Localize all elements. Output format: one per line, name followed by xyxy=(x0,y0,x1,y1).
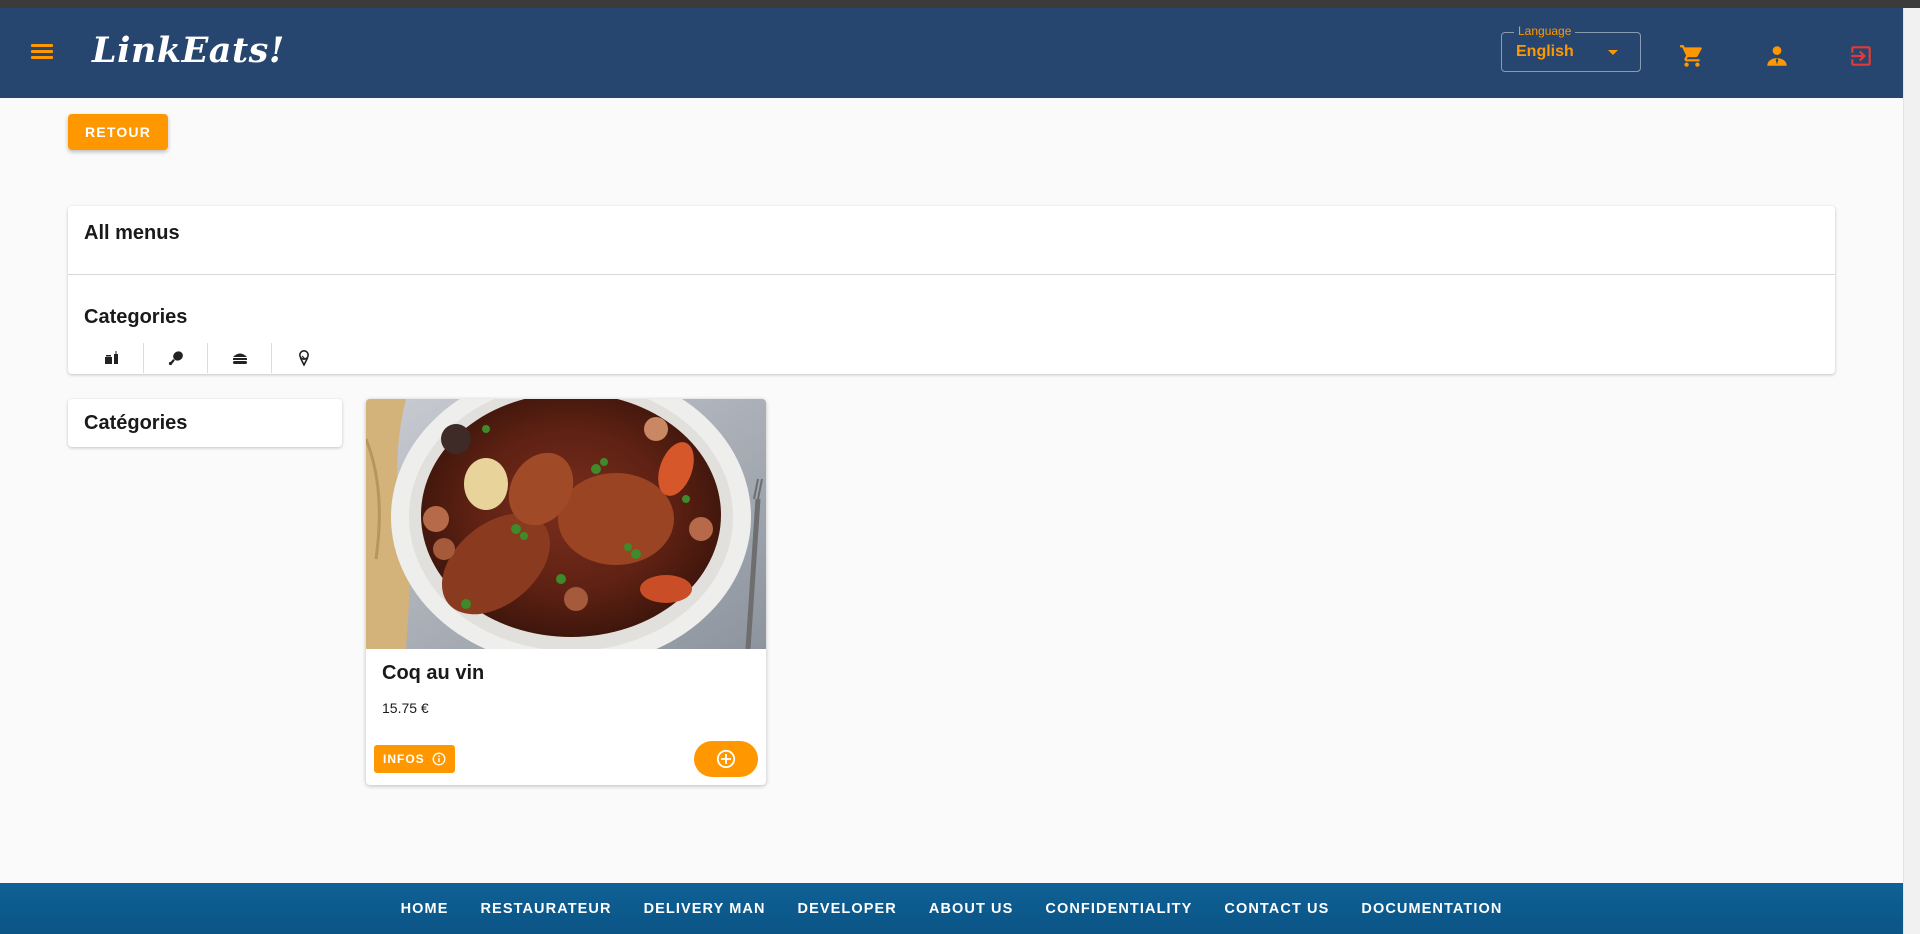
language-value: English xyxy=(1516,43,1574,60)
menu-icon[interactable] xyxy=(26,41,58,67)
sidebar-title: Catégories xyxy=(84,412,188,434)
footer-link-restaurateur[interactable]: RESTAURATEUR xyxy=(480,901,611,917)
dish-name: Coq au vin xyxy=(382,662,485,684)
infos-label: INFOS xyxy=(383,752,425,766)
drink-icon xyxy=(104,351,118,364)
infos-button[interactable]: INFOS xyxy=(374,745,455,773)
language-label: Language xyxy=(1514,24,1576,38)
dish-image xyxy=(366,399,766,649)
footer-link-delivery-man[interactable]: DELIVERY MAN xyxy=(644,901,766,917)
browser-top-strip xyxy=(0,0,1920,8)
cart-button[interactable] xyxy=(1674,38,1710,74)
brand-logo[interactable]: LinkEats! xyxy=(92,30,285,71)
dish-price: 15.75 € xyxy=(382,700,429,716)
categories-sidebar: Catégories xyxy=(68,399,342,447)
footer-link-contact-us[interactable]: CONTACT US xyxy=(1224,901,1329,917)
app-bar: LinkEats! Language English xyxy=(0,8,1903,98)
language-select[interactable]: Language English xyxy=(1501,24,1641,72)
menus-panel: All menus Categories xyxy=(68,206,1835,374)
drumstick-icon xyxy=(168,351,183,366)
footer-link-developer[interactable]: DEVELOPER xyxy=(798,901,897,917)
account-button[interactable] xyxy=(1759,38,1795,74)
category-tab-chicken[interactable] xyxy=(144,343,208,373)
panel-divider xyxy=(68,274,1835,275)
chevron-down-icon xyxy=(1608,50,1618,55)
category-tab-burgers[interactable] xyxy=(208,343,272,373)
footer-link-confidentiality[interactable]: CONFIDENTIALITY xyxy=(1045,901,1192,917)
category-tab-drinks[interactable] xyxy=(80,343,144,373)
footer-link-home[interactable]: HOME xyxy=(401,901,449,917)
info-icon xyxy=(432,752,446,766)
page-scrollbar[interactable] xyxy=(1903,8,1920,934)
add-circle-icon xyxy=(716,749,736,769)
category-tabs xyxy=(80,343,336,373)
add-to-cart-button[interactable] xyxy=(694,741,758,777)
ice-cream-icon xyxy=(299,350,309,366)
cart-icon xyxy=(1680,45,1702,67)
all-menus-title[interactable]: All menus xyxy=(84,222,180,245)
footer-nav: HOME RESTAURATEUR DELIVERY MAN DEVELOPER… xyxy=(0,883,1903,934)
logout-icon xyxy=(1851,46,1871,66)
burger-icon xyxy=(232,353,247,364)
category-tab-desserts[interactable] xyxy=(272,343,336,373)
user-icon xyxy=(1767,46,1787,66)
logout-button[interactable] xyxy=(1843,38,1879,74)
footer-link-about-us[interactable]: ABOUT US xyxy=(929,901,1014,917)
dish-card: Coq au vin 15.75 € INFOS xyxy=(366,399,766,785)
footer-link-documentation[interactable]: DOCUMENTATION xyxy=(1361,901,1502,917)
categories-title: Categories xyxy=(84,306,188,328)
back-button[interactable]: RETOUR xyxy=(68,114,168,150)
